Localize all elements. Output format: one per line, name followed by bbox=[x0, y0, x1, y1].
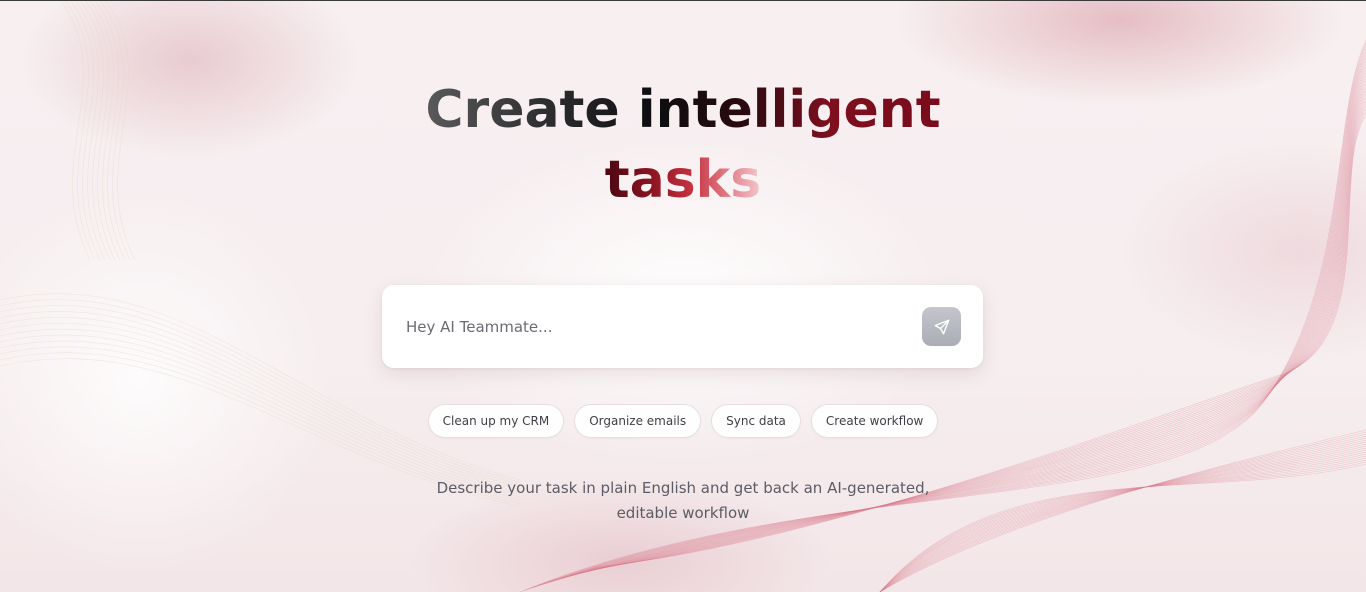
send-button[interactable] bbox=[922, 307, 961, 346]
prompt-input[interactable] bbox=[404, 311, 908, 343]
prompt-box bbox=[382, 285, 983, 368]
hero-title-line-1: Create intelligent bbox=[425, 80, 941, 140]
suggestion-chip-sync-data[interactable]: Sync data bbox=[711, 404, 801, 438]
description-text: Describe your task in plain English and … bbox=[433, 476, 933, 526]
hero-title-line-2: tasks bbox=[604, 150, 762, 210]
description-line-1: Describe your task in plain English and … bbox=[436, 479, 930, 497]
suggestion-chip-clean-up-crm[interactable]: Clean up my CRM bbox=[427, 404, 565, 438]
suggestion-chip-create-workflow[interactable]: Create workflow bbox=[810, 404, 939, 438]
send-icon bbox=[934, 319, 949, 334]
window-top-border bbox=[0, 0, 1366, 1]
suggestion-chip-organize-emails[interactable]: Organize emails bbox=[574, 404, 702, 438]
suggestion-chips: Clean up my CRM Organize emails Sync dat… bbox=[0, 404, 1366, 438]
description-line-2: editable workflow bbox=[616, 504, 750, 522]
